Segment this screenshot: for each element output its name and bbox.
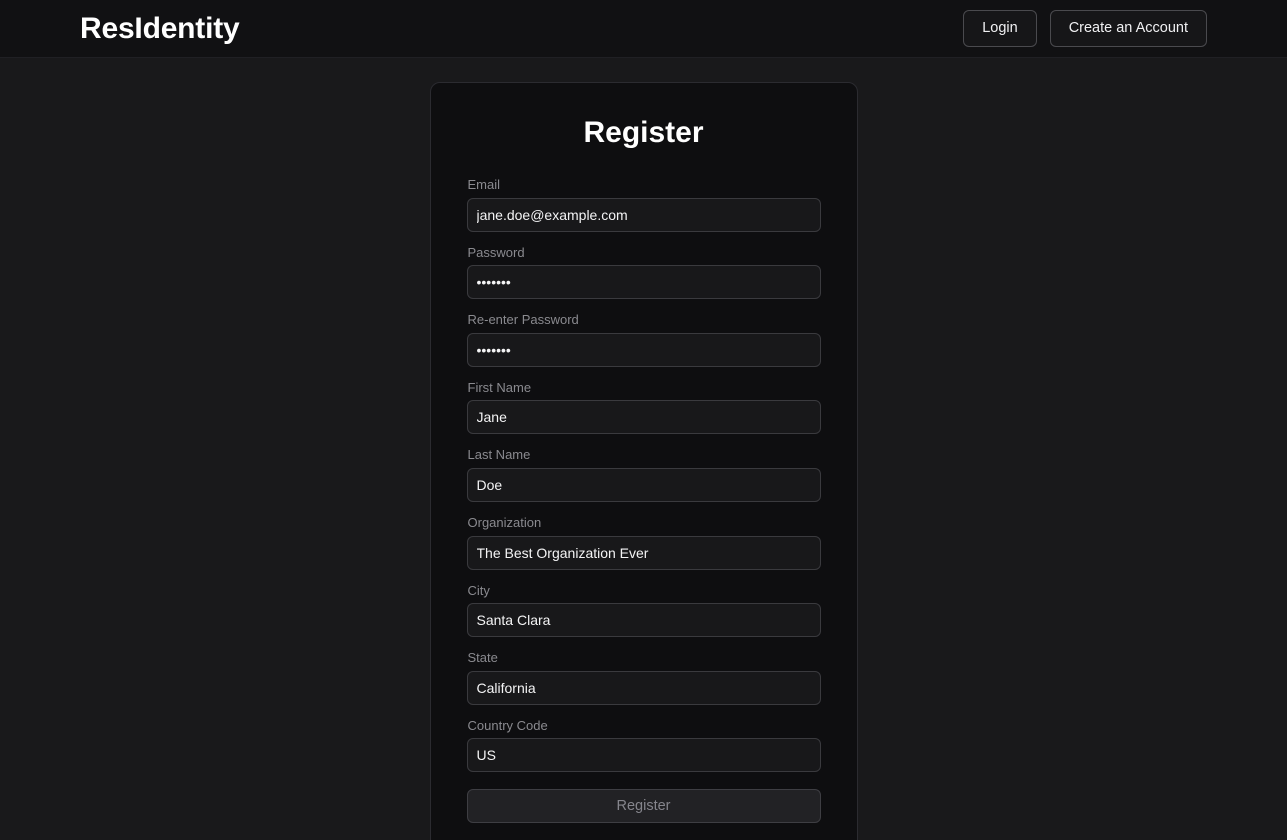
field-label-last-name: Last Name [467, 447, 531, 463]
field-password: Password [466, 244, 821, 300]
field-label-password: Password [467, 244, 525, 260]
submit-row: Register [466, 789, 821, 824]
field-organization: Organization [466, 514, 821, 570]
site-header: ResIdentity Login Create an Account [0, 0, 1287, 58]
register-submit-button[interactable]: Register [466, 789, 821, 824]
last-name-input[interactable] [466, 467, 821, 502]
password-input[interactable] [466, 265, 821, 300]
register-card: Register Email Password Re-enter Password F… [429, 82, 858, 840]
field-label-country-code: Country Code [467, 717, 548, 733]
register-form: Email Password Re-enter Password First Name… [466, 177, 821, 824]
first-name-input[interactable] [466, 400, 821, 435]
field-label-state: State [467, 650, 498, 666]
brand-logo[interactable]: ResIdentity [80, 13, 240, 44]
field-label-re-enter-password: Re-enter Password [467, 312, 579, 328]
field-country-code: Country Code [466, 717, 821, 773]
field-label-first-name: First Name [467, 379, 532, 395]
header-actions: Login Create an Account [963, 10, 1207, 47]
create-account-button[interactable]: Create an Account [1049, 10, 1207, 47]
field-email: Email [466, 177, 821, 232]
field-re-enter-password: Re-enter Password [466, 312, 821, 367]
field-label-email: Email [467, 177, 501, 192]
state-input[interactable] [466, 670, 821, 705]
email-input[interactable] [466, 197, 821, 232]
page-title: Register [583, 116, 704, 149]
re-enter-password-input[interactable] [466, 332, 821, 367]
field-first-name: First Name [466, 379, 821, 435]
field-city: City [466, 582, 821, 638]
field-state: State [466, 650, 821, 705]
field-last-name: Last Name [466, 447, 821, 502]
organization-input[interactable] [466, 535, 821, 570]
login-button[interactable]: Login [963, 10, 1037, 47]
field-label-organization: Organization [467, 514, 542, 530]
field-label-city: City [467, 582, 490, 598]
country-code-input[interactable] [466, 738, 821, 773]
city-input[interactable] [466, 603, 821, 638]
main-content: Register Email Password Re-enter Password F… [0, 58, 1287, 840]
